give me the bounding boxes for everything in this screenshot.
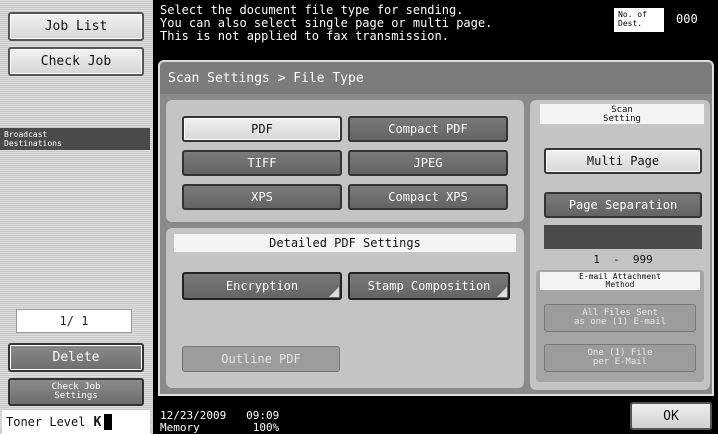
instruction-message: Select the document file type for sendin… [160,3,493,43]
status-info: 12/23/2009 09:09 Memory 100% [160,410,279,434]
memory-value: 100% [252,421,280,434]
toner-bar-icon [104,414,113,430]
dest-count-value: 000 [676,12,698,26]
toner-level: Toner Level K [2,410,150,434]
file-type-pdf-button[interactable]: PDF [182,116,342,142]
page-indicator: 1/ 1 [16,309,132,333]
file-type-jpeg-button[interactable]: JPEG [348,150,508,176]
file-type-tiff-button[interactable]: TIFF [182,150,342,176]
check-job-settings-button[interactable]: Check Job Settings [8,378,144,406]
page-range-text: 1 - 999 [593,253,653,266]
main-panel: PDF Compact PDF TIFF JPEG XPS Compact XP… [158,94,714,396]
ok-button[interactable]: OK [630,402,712,430]
email-attachment-group: E-mail Attachment Method All Files Sent … [536,270,704,382]
multi-page-button[interactable]: Multi Page [544,148,702,174]
screen: Job List Check Job Broadcast Destination… [0,0,718,434]
all-files-one-email-button[interactable]: All Files Sent as one (1) E-mail [544,304,696,332]
file-type-group: PDF Compact PDF TIFF JPEG XPS Compact XP… [166,100,524,222]
file-type-compact-pdf-button[interactable]: Compact PDF [348,116,508,142]
page-separation-button[interactable]: Page Separation [544,192,702,218]
corner-arrow-icon [329,287,339,297]
delete-button[interactable]: Delete [8,343,144,372]
file-type-compact-xps-button[interactable]: Compact XPS [348,184,508,210]
corner-arrow-icon [497,287,507,297]
file-type-xps-button[interactable]: XPS [182,184,342,210]
detailed-pdf-settings-label: Detailed PDF Settings [174,234,516,252]
stamp-composition-button[interactable]: Stamp Composition [348,272,510,300]
stamp-composition-label: Stamp Composition [367,279,491,293]
outline-pdf-button[interactable]: Outline PDF [182,346,340,372]
breadcrumb: Scan Settings > File Type [158,60,714,94]
memory-label: Memory [160,421,200,434]
encryption-label: Encryption [225,279,299,293]
toner-color-label: K [93,414,102,430]
toner-level-label: Toner Level [6,415,86,429]
job-list-button[interactable]: Job List [8,12,144,41]
page-separation-range-field [544,225,702,249]
encryption-button[interactable]: Encryption [182,272,342,300]
scan-setting-label: Scan Setting [540,104,704,124]
dest-count-label: No. of Dest. [614,8,664,32]
email-attachment-label: E-mail Attachment Method [540,272,700,290]
check-job-button[interactable]: Check Job [8,47,144,76]
breadcrumb-text: Scan Settings > File Type [168,70,364,86]
broadcast-destinations-label: Broadcast Destinations [0,128,150,150]
scan-setting-panel: Scan Setting Multi Page Page Separation … [530,100,710,390]
one-file-per-email-button[interactable]: One (1) File per E-Mail [544,344,696,372]
sidebar: Job List Check Job Broadcast Destination… [0,0,153,434]
